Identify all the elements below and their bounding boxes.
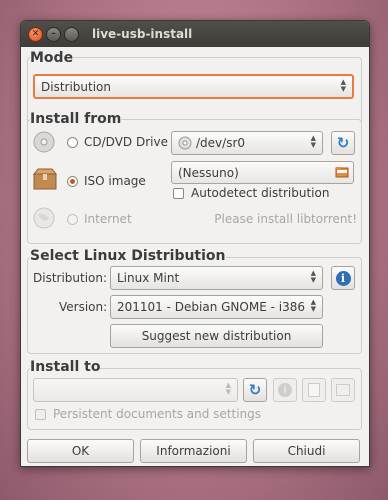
install-device-combo[interactable]: ▲ ▼ — [33, 378, 238, 402]
info-icon: i — [278, 383, 292, 397]
persistent-checkbox[interactable] — [35, 409, 46, 420]
autodetect-checkbox[interactable] — [173, 188, 184, 199]
install-to-title: Install to — [30, 359, 101, 375]
suggest-distribution-label: Suggest new distribution — [141, 329, 292, 343]
minimize-window-icon[interactable]: – — [46, 26, 61, 42]
combo-arrows-icon: ▲ ▼ — [340, 78, 346, 93]
distribution-value: Linux Mint — [117, 271, 180, 285]
iso-package-icon — [32, 168, 58, 193]
title-bar[interactable]: ✕ – live-usb-install — [21, 21, 369, 47]
mode-title: Mode — [30, 50, 74, 66]
refresh-cd-button[interactable]: ↻ — [331, 131, 355, 155]
mode-value: Distribution — [41, 79, 112, 94]
format-device-button[interactable] — [302, 378, 326, 402]
distribution-label: Distribution: — [33, 271, 108, 285]
libtorrent-message: Please install libtorrent! — [214, 212, 357, 226]
info-label: Informazioni — [156, 444, 231, 458]
distro-title: Select Linux Distribution — [30, 248, 226, 264]
folder-icon — [335, 165, 349, 182]
iso-image-radio[interactable] — [67, 176, 78, 187]
cd-dvd-label: CD/DVD Drive — [84, 135, 168, 149]
internet-globe-icon — [33, 207, 55, 232]
refresh-icon: ↻ — [336, 134, 350, 152]
install-from-title: Install from — [30, 111, 122, 127]
close-button[interactable]: Chiudi — [253, 439, 360, 463]
suggest-distribution-button[interactable]: Suggest new distribution — [110, 324, 323, 348]
autodetect-label: Autodetect distribution — [191, 186, 330, 200]
info-icon: i — [335, 270, 351, 286]
window-title: live-usb-install — [92, 27, 193, 41]
iso-image-label: ISO image — [84, 174, 146, 188]
cd-drive-icon — [33, 131, 55, 156]
combo-arrows-icon: ▲ ▼ — [310, 269, 316, 284]
close-label: Chiudi — [287, 444, 326, 458]
distribution-info-button[interactable]: i — [331, 266, 355, 290]
combo-arrows-icon: ▲ ▼ — [225, 381, 231, 396]
cd-device-combo[interactable]: /dev/sr0 ▲ ▼ — [171, 131, 323, 155]
ok-label: OK — [71, 444, 90, 458]
cd-small-icon — [178, 136, 192, 150]
version-value: 201101 - Debian GNOME - i386 — [117, 300, 305, 314]
iso-file-value: (Nessuno) — [178, 165, 239, 180]
cd-dvd-radio[interactable] — [67, 137, 78, 148]
refresh-icon: ↻ — [248, 381, 262, 399]
distribution-combo[interactable]: Linux Mint ▲ ▼ — [110, 266, 323, 290]
cd-device-value: /dev/sr0 — [196, 136, 246, 150]
install-device-button[interactable] — [331, 378, 355, 402]
mode-combo[interactable]: Distribution ▲ ▼ — [33, 74, 354, 99]
iso-file-chooser[interactable]: (Nessuno) — [171, 161, 354, 184]
refresh-devices-button[interactable]: ↻ — [243, 378, 267, 402]
window-controls: ✕ – — [28, 26, 82, 42]
device-info-button[interactable]: i — [273, 378, 297, 402]
maximize-window-icon[interactable] — [64, 26, 79, 42]
info-button[interactable]: Informazioni — [140, 439, 247, 463]
drive-icon — [336, 384, 350, 396]
version-combo[interactable]: 201101 - Debian GNOME - i386 ▲ ▼ — [110, 295, 323, 319]
app-window: ✕ – live-usb-install Mode Distribution ▲… — [20, 20, 370, 467]
combo-arrows-icon: ▲ ▼ — [310, 134, 316, 149]
version-label: Version: — [59, 300, 108, 314]
persistent-label: Persistent documents and settings — [53, 407, 262, 421]
close-window-icon[interactable]: ✕ — [28, 26, 43, 42]
combo-arrows-icon: ▲ ▼ — [310, 298, 316, 313]
internet-label: Internet — [84, 212, 132, 226]
internet-radio[interactable] — [67, 214, 78, 225]
ok-button[interactable]: OK — [27, 439, 134, 463]
format-icon — [308, 383, 320, 397]
